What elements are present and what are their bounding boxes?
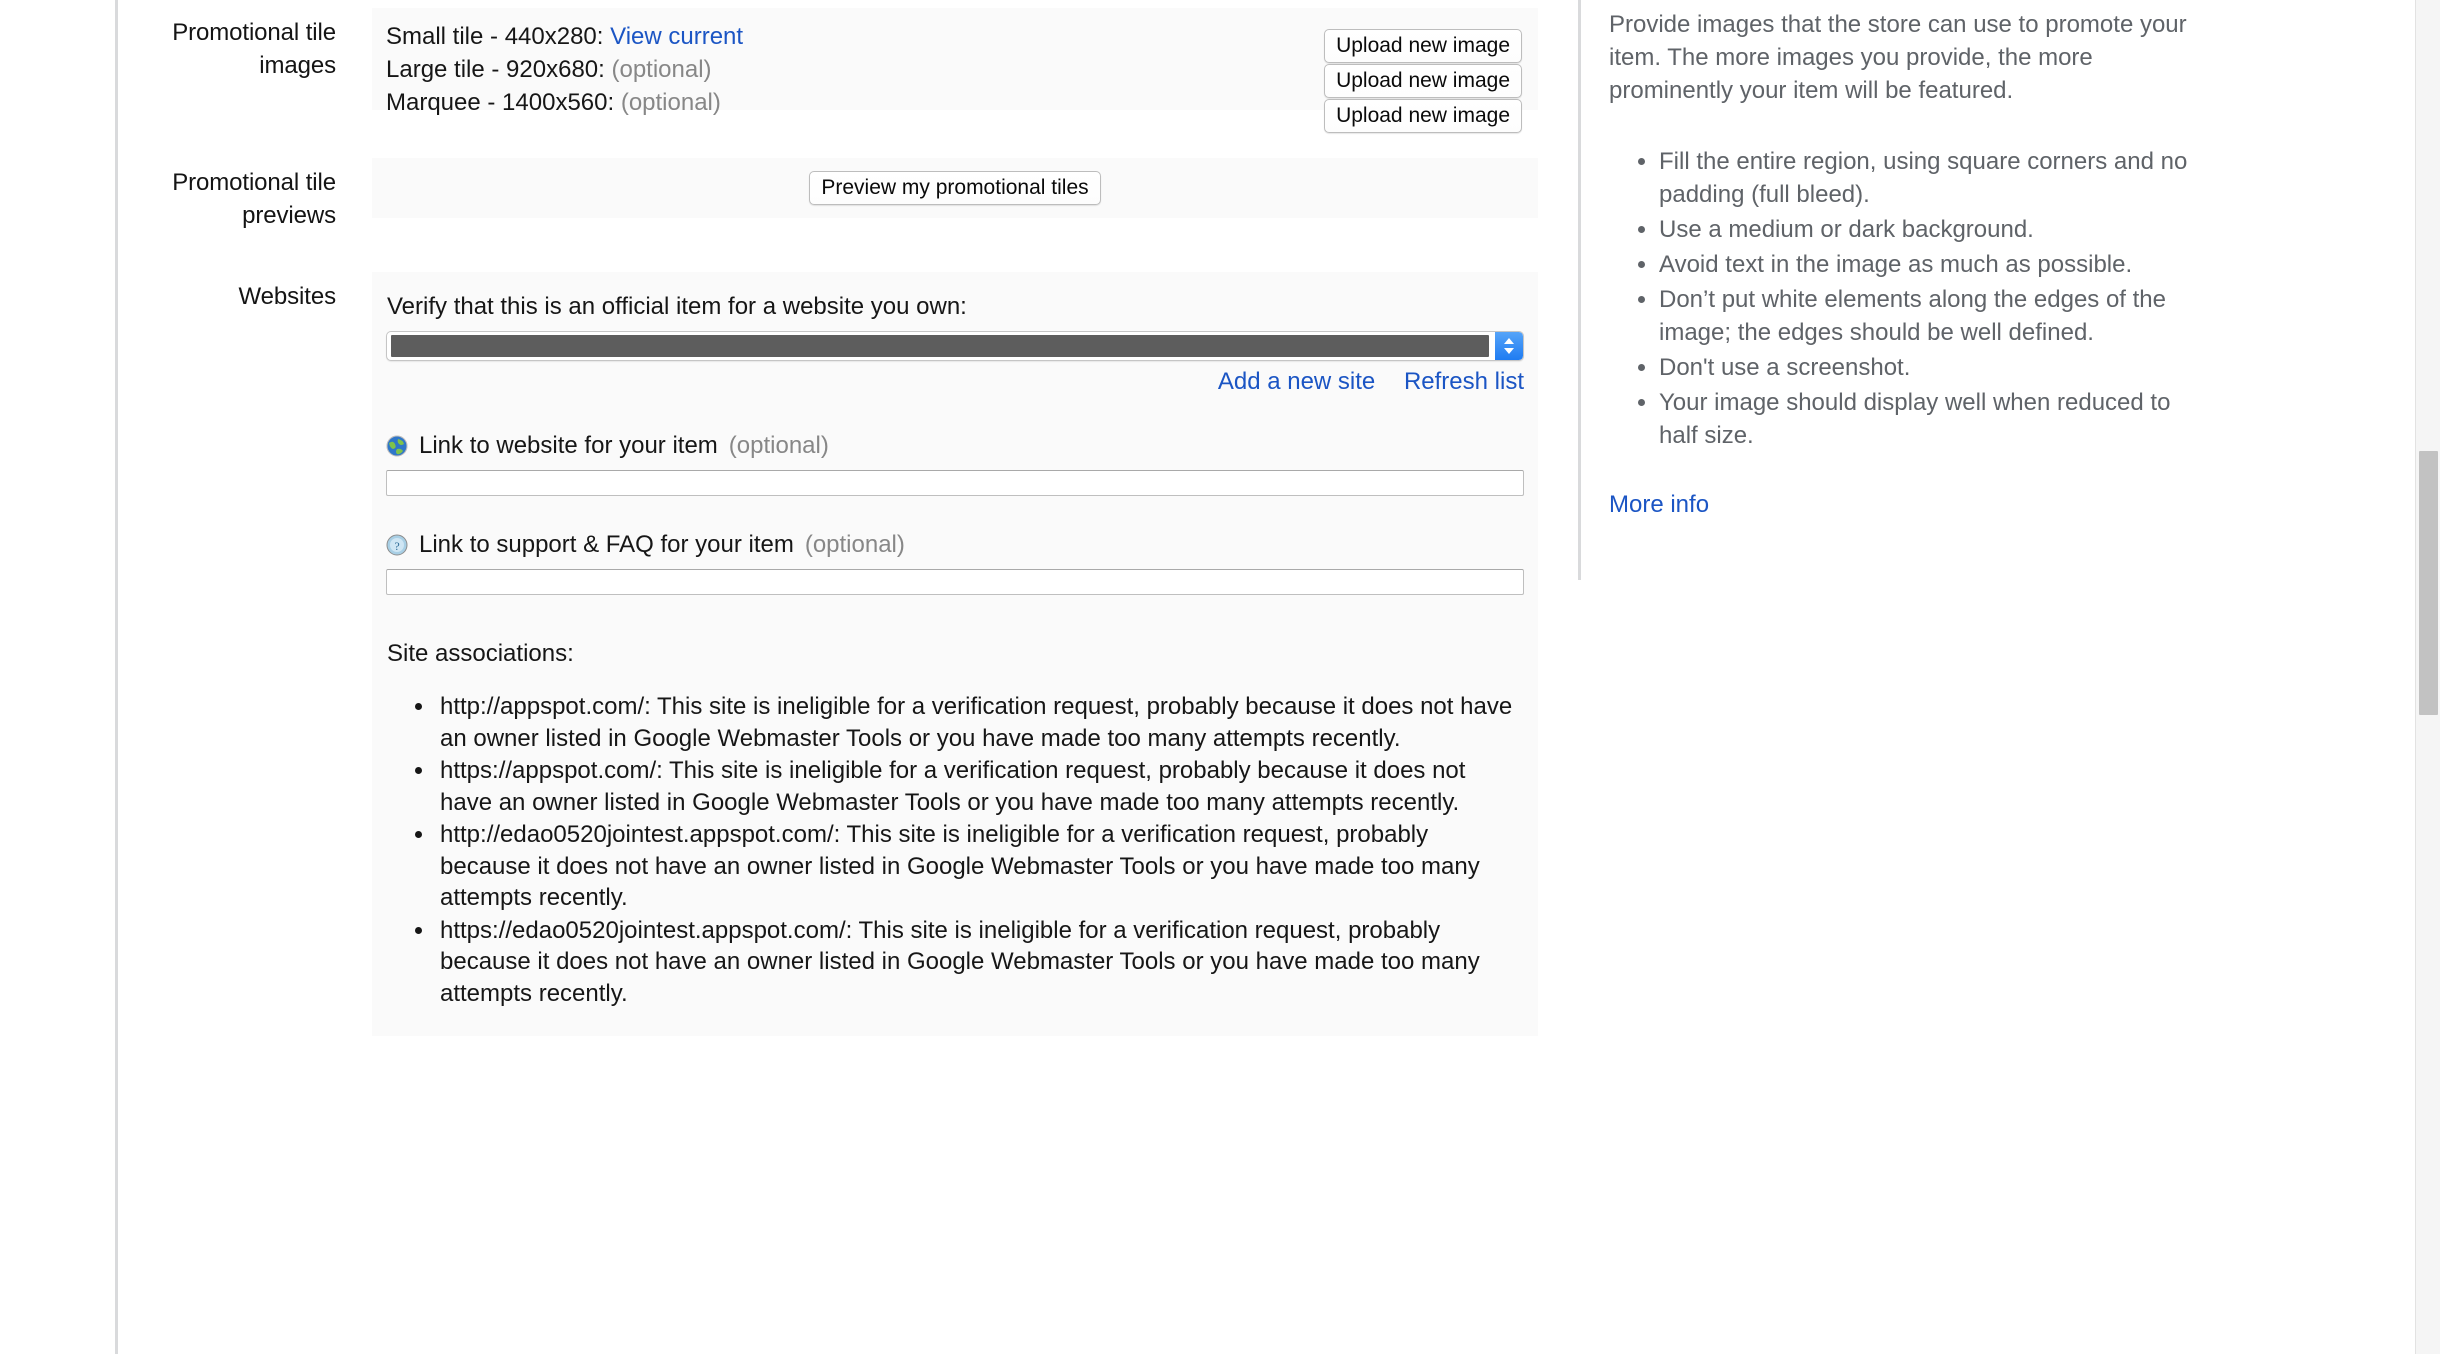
list-item: https://edao0520jointest.appspot.com/: T… [436,915,1524,1010]
upload-buttons-group: Upload new image Upload new image Upload… [1324,29,1522,133]
list-item: Your image should display well when redu… [1659,386,2198,452]
tile-large-label: Large tile - 920x680: [386,56,605,83]
support-link-group: ? Link to support & FAQ for your item (o… [386,530,1524,595]
row-promotional-tile-images: Promotional tile images Small tile - 440… [138,8,1538,133]
list-item: http://edao0520jointest.appspot.com/: Th… [436,819,1524,914]
promotional-tile-images-panel: Small tile - 440x280: View current Large… [372,8,1538,133]
question-circle-icon: ? [386,534,408,556]
label-line-2: previews [242,202,336,229]
upload-small-tile-button[interactable]: Upload new image [1324,29,1522,63]
tile-marquee-label: Marquee - 1400x560: [386,89,615,116]
support-link-header: ? Link to support & FAQ for your item (o… [386,530,1524,560]
site-select-value [391,335,1489,357]
label-websites: Websites [138,272,337,313]
list-item: Use a medium or dark background. [1659,213,2198,246]
label-promotional-tile-images: Promotional tile images [138,8,336,82]
site-select[interactable] [386,331,1524,361]
form-column: Promotional tile images Small tile - 440… [138,0,1538,1036]
verify-ownership-text: Verify that this is an official item for… [387,293,967,320]
vertical-scrollbar-thumb[interactable] [2419,451,2438,715]
list-item: Fill the entire region, using square cor… [1659,145,2198,211]
site-associations-list: http://appspot.com/: This site is inelig… [386,691,1524,1009]
help-left-divider [1578,0,1581,580]
add-new-site-link[interactable]: Add a new site [1218,368,1375,395]
website-link-group: Link to website for your item (optional) [386,431,1524,496]
content-left-divider [115,0,118,1354]
list-item: Don't use a screenshot. [1659,351,2198,384]
website-link-header: Link to website for your item (optional) [386,431,1524,461]
svg-text:?: ? [394,539,399,553]
tile-marquee-status: (optional) [620,89,721,116]
promotional-tile-previews-panel: Preview my promotional tiles [372,158,1538,218]
upload-marquee-button[interactable]: Upload new image [1324,99,1522,133]
tile-large-status: (optional) [611,56,712,83]
more-info-row: More info [1578,490,2198,520]
list-item: Avoid text in the image as much as possi… [1659,248,2198,281]
preview-promotional-tiles-button[interactable]: Preview my promotional tiles [809,171,1101,205]
label-line-2: images [259,52,336,79]
websites-panel: Verify that this is an official item for… [372,272,1538,1036]
label-line-1: Promotional tile [172,19,336,46]
help-guidelines-list: Fill the entire region, using square cor… [1609,145,2198,452]
support-link-label: Link to support & FAQ for your item [419,531,794,558]
site-list-actions: Add a new site Refresh list [386,367,1524,397]
help-body: Provide images that the store can use to… [1578,8,2198,452]
label-line-1: Websites [238,283,337,310]
website-link-label: Link to website for your item [419,432,718,459]
vertical-scrollbar-track[interactable] [2415,0,2440,1354]
chevron-up-down-icon[interactable] [1495,332,1523,360]
label-line-1: Promotional tile [172,169,336,196]
support-url-input[interactable] [386,569,1524,595]
row-promotional-tile-previews: Promotional tile previews Preview my pro… [138,158,1538,232]
website-url-input[interactable] [386,470,1524,496]
more-info-link[interactable]: More info [1609,491,1709,518]
site-associations-title: Site associations: [387,640,574,667]
tile-small-label: Small tile - 440x280: [386,23,604,50]
help-intro-text: Provide images that the store can use to… [1609,11,2187,104]
list-item: Don’t put white elements along the edges… [1659,283,2198,349]
list-item: http://appspot.com/: This site is inelig… [436,691,1524,754]
settings-page: Promotional tile images Small tile - 440… [0,0,2440,1354]
support-link-optional: (optional) [804,531,905,558]
view-current-small-tile-link[interactable]: View current [610,23,743,50]
upload-large-tile-button[interactable]: Upload new image [1324,64,1522,98]
globe-icon [386,435,408,457]
help-column: Provide images that the store can use to… [1578,0,2198,580]
refresh-list-link[interactable]: Refresh list [1404,368,1524,395]
website-link-optional: (optional) [728,432,829,459]
label-promotional-tile-previews: Promotional tile previews [138,158,336,232]
list-item: https://appspot.com/: This site is ineli… [436,755,1524,818]
row-websites: Websites Verify that this is an official… [138,272,1538,1036]
